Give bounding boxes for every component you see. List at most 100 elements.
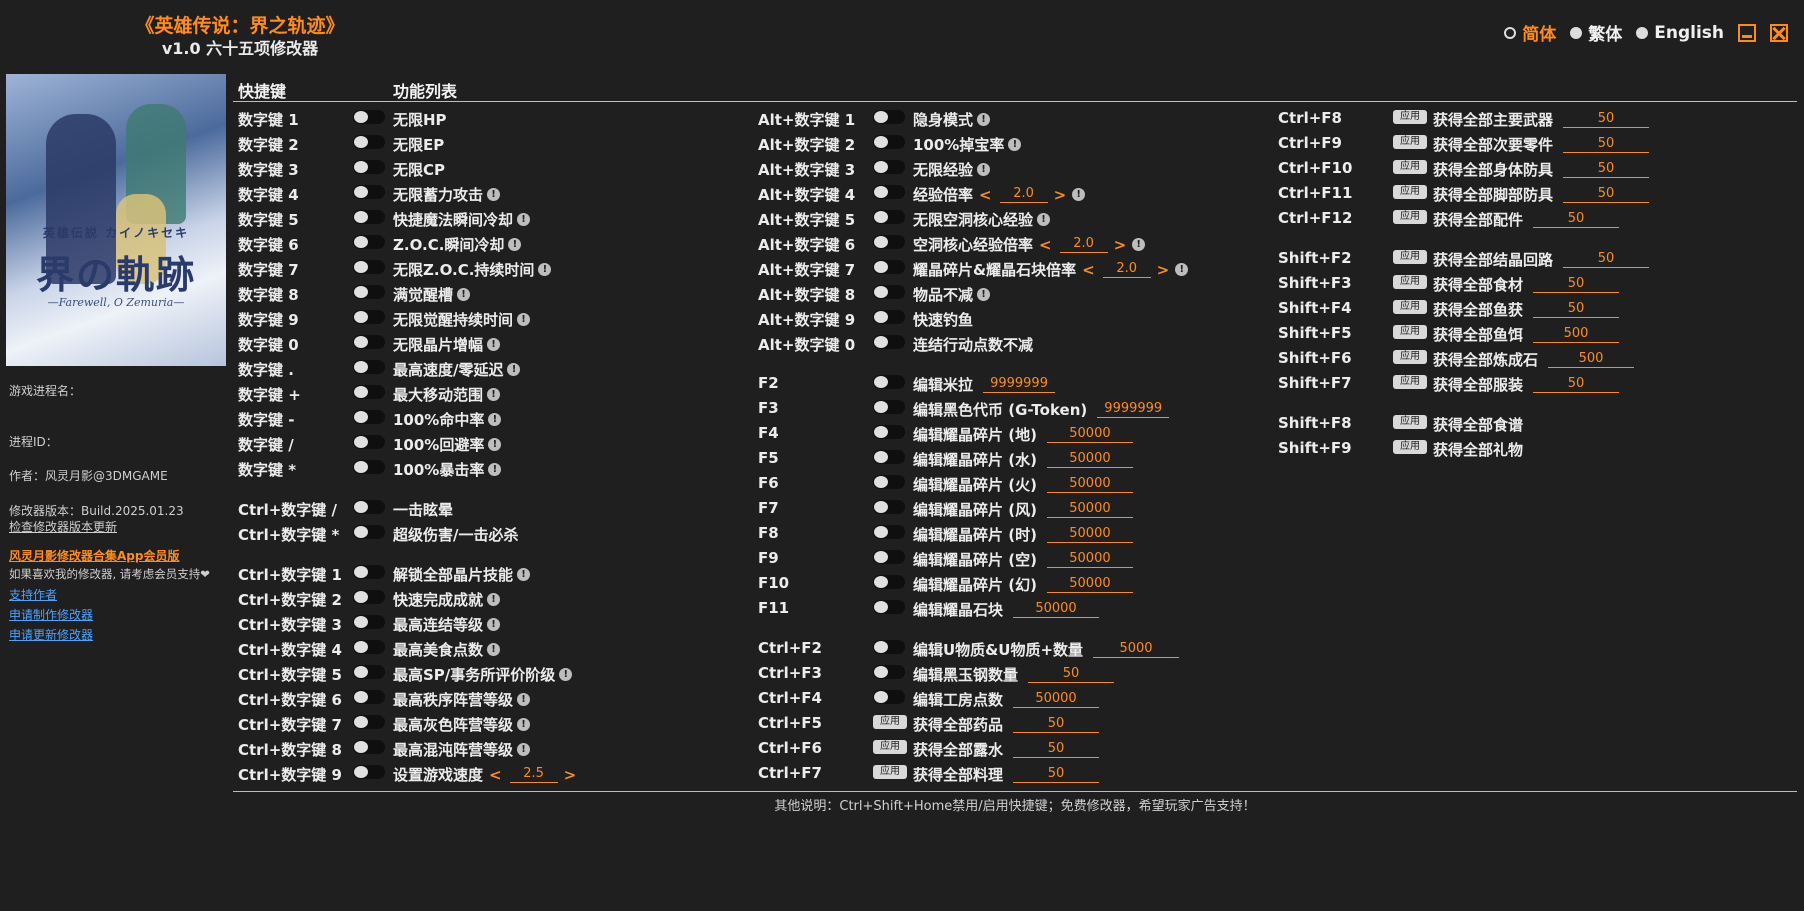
apply-button[interactable]: 应用 [1393,160,1427,174]
decrease-arrow-icon[interactable]: < [979,186,992,204]
value-input[interactable]: 5000 [1093,641,1180,658]
info-icon[interactable]: ! [977,163,991,176]
radio-icon[interactable] [1504,26,1517,39]
value-input[interactable]: 50 [1013,716,1100,733]
request-update-link[interactable]: 申请更新修改器 [9,628,93,642]
toggle-switch[interactable] [353,615,385,629]
stepper-value[interactable]: 2.0 [1102,261,1151,278]
vip-link[interactable]: 风灵月影修改器合集App会员版 [9,549,179,563]
toggle-switch[interactable] [873,185,905,199]
info-icon[interactable]: ! [508,238,522,251]
value-input[interactable]: 50000 [1013,601,1100,618]
toggle-switch[interactable] [353,410,385,424]
toggle-switch[interactable] [873,665,905,679]
info-icon[interactable]: ! [1132,238,1146,251]
value-input[interactable]: 50000 [1046,576,1133,593]
toggle-switch[interactable] [873,260,905,274]
toggle-switch[interactable] [873,110,905,124]
toggle-switch[interactable] [873,335,905,349]
radio-icon[interactable] [1570,26,1583,39]
value-input[interactable]: 50000 [1046,526,1133,543]
increase-arrow-icon[interactable]: > [1114,236,1127,254]
lang-simplified[interactable]: 简体 [1504,20,1556,45]
value-input[interactable]: 500 [1533,326,1620,343]
value-input[interactable]: 50 [1563,186,1650,203]
info-icon[interactable]: ! [488,413,502,426]
toggle-switch[interactable] [353,640,385,654]
toggle-switch[interactable] [353,715,385,729]
value-input[interactable]: 50 [1533,301,1620,318]
minimize-icon[interactable] [1738,23,1756,42]
info-icon[interactable]: ! [487,388,501,401]
check-update-link[interactable]: 检查修改器版本更新 [9,520,117,534]
info-icon[interactable]: ! [1175,263,1189,276]
toggle-switch[interactable] [873,475,905,489]
toggle-switch[interactable] [873,310,905,324]
toggle-switch[interactable] [873,450,905,464]
toggle-switch[interactable] [353,690,385,704]
increase-arrow-icon[interactable]: > [1157,261,1170,279]
increase-arrow-icon[interactable]: > [1054,186,1067,204]
toggle-switch[interactable] [873,690,905,704]
toggle-switch[interactable] [873,500,905,514]
info-icon[interactable]: ! [517,313,531,326]
info-icon[interactable]: ! [977,288,991,301]
value-input[interactable]: 50000 [1046,501,1133,518]
support-author-link[interactable]: 支持作者 [9,588,57,602]
apply-button[interactable]: 应用 [873,715,907,729]
toggle-switch[interactable] [873,640,905,654]
lang-traditional[interactable]: 繁体 [1570,20,1622,45]
toggle-switch[interactable] [873,210,905,224]
toggle-switch[interactable] [873,285,905,299]
apply-button[interactable]: 应用 [1393,440,1427,454]
value-input[interactable]: 50 [1013,766,1100,783]
decrease-arrow-icon[interactable]: < [1082,261,1095,279]
toggle-switch[interactable] [353,260,385,274]
toggle-switch[interactable] [873,160,905,174]
apply-button[interactable]: 应用 [1393,375,1427,389]
value-input[interactable]: 50 [1563,136,1650,153]
toggle-switch[interactable] [353,285,385,299]
info-icon[interactable]: ! [977,113,991,126]
apply-button[interactable]: 应用 [1393,275,1427,289]
stepper-value[interactable]: 2.0 [1059,236,1108,253]
value-input[interactable]: 50 [1028,666,1115,683]
value-input[interactable]: 50000 [1046,476,1133,493]
value-input[interactable]: 50 [1533,376,1620,393]
value-input[interactable]: 50 [1013,741,1100,758]
info-icon[interactable]: ! [487,338,501,351]
value-input[interactable]: 500 [1548,351,1635,368]
toggle-switch[interactable] [353,385,385,399]
apply-button[interactable]: 应用 [873,740,907,754]
toggle-switch[interactable] [873,525,905,539]
decrease-arrow-icon[interactable]: < [1039,236,1052,254]
apply-button[interactable]: 应用 [1393,250,1427,264]
stepper-value[interactable]: 2.0 [999,186,1048,203]
value-input[interactable]: 9999999 [1097,401,1170,418]
info-icon[interactable]: ! [457,288,471,301]
toggle-switch[interactable] [873,235,905,249]
info-icon[interactable]: ! [517,718,531,731]
toggle-switch[interactable] [353,460,385,474]
toggle-switch[interactable] [873,425,905,439]
toggle-switch[interactable] [353,310,385,324]
toggle-switch[interactable] [353,740,385,754]
toggle-switch[interactable] [353,525,385,539]
info-icon[interactable]: ! [1037,213,1051,226]
value-input[interactable]: 50000 [1046,451,1133,468]
info-icon[interactable]: ! [517,693,531,706]
info-icon[interactable]: ! [517,743,531,756]
toggle-switch[interactable] [353,185,385,199]
toggle-switch[interactable] [353,110,385,124]
info-icon[interactable]: ! [538,263,552,276]
apply-button[interactable]: 应用 [873,765,907,779]
toggle-switch[interactable] [353,210,385,224]
apply-button[interactable]: 应用 [1393,110,1427,124]
value-input[interactable]: 9999999 [983,376,1056,393]
toggle-switch[interactable] [353,135,385,149]
value-input[interactable]: 50 [1533,276,1620,293]
apply-button[interactable]: 应用 [1393,415,1427,429]
toggle-switch[interactable] [353,435,385,449]
value-input[interactable]: 50 [1563,161,1650,178]
apply-button[interactable]: 应用 [1393,325,1427,339]
